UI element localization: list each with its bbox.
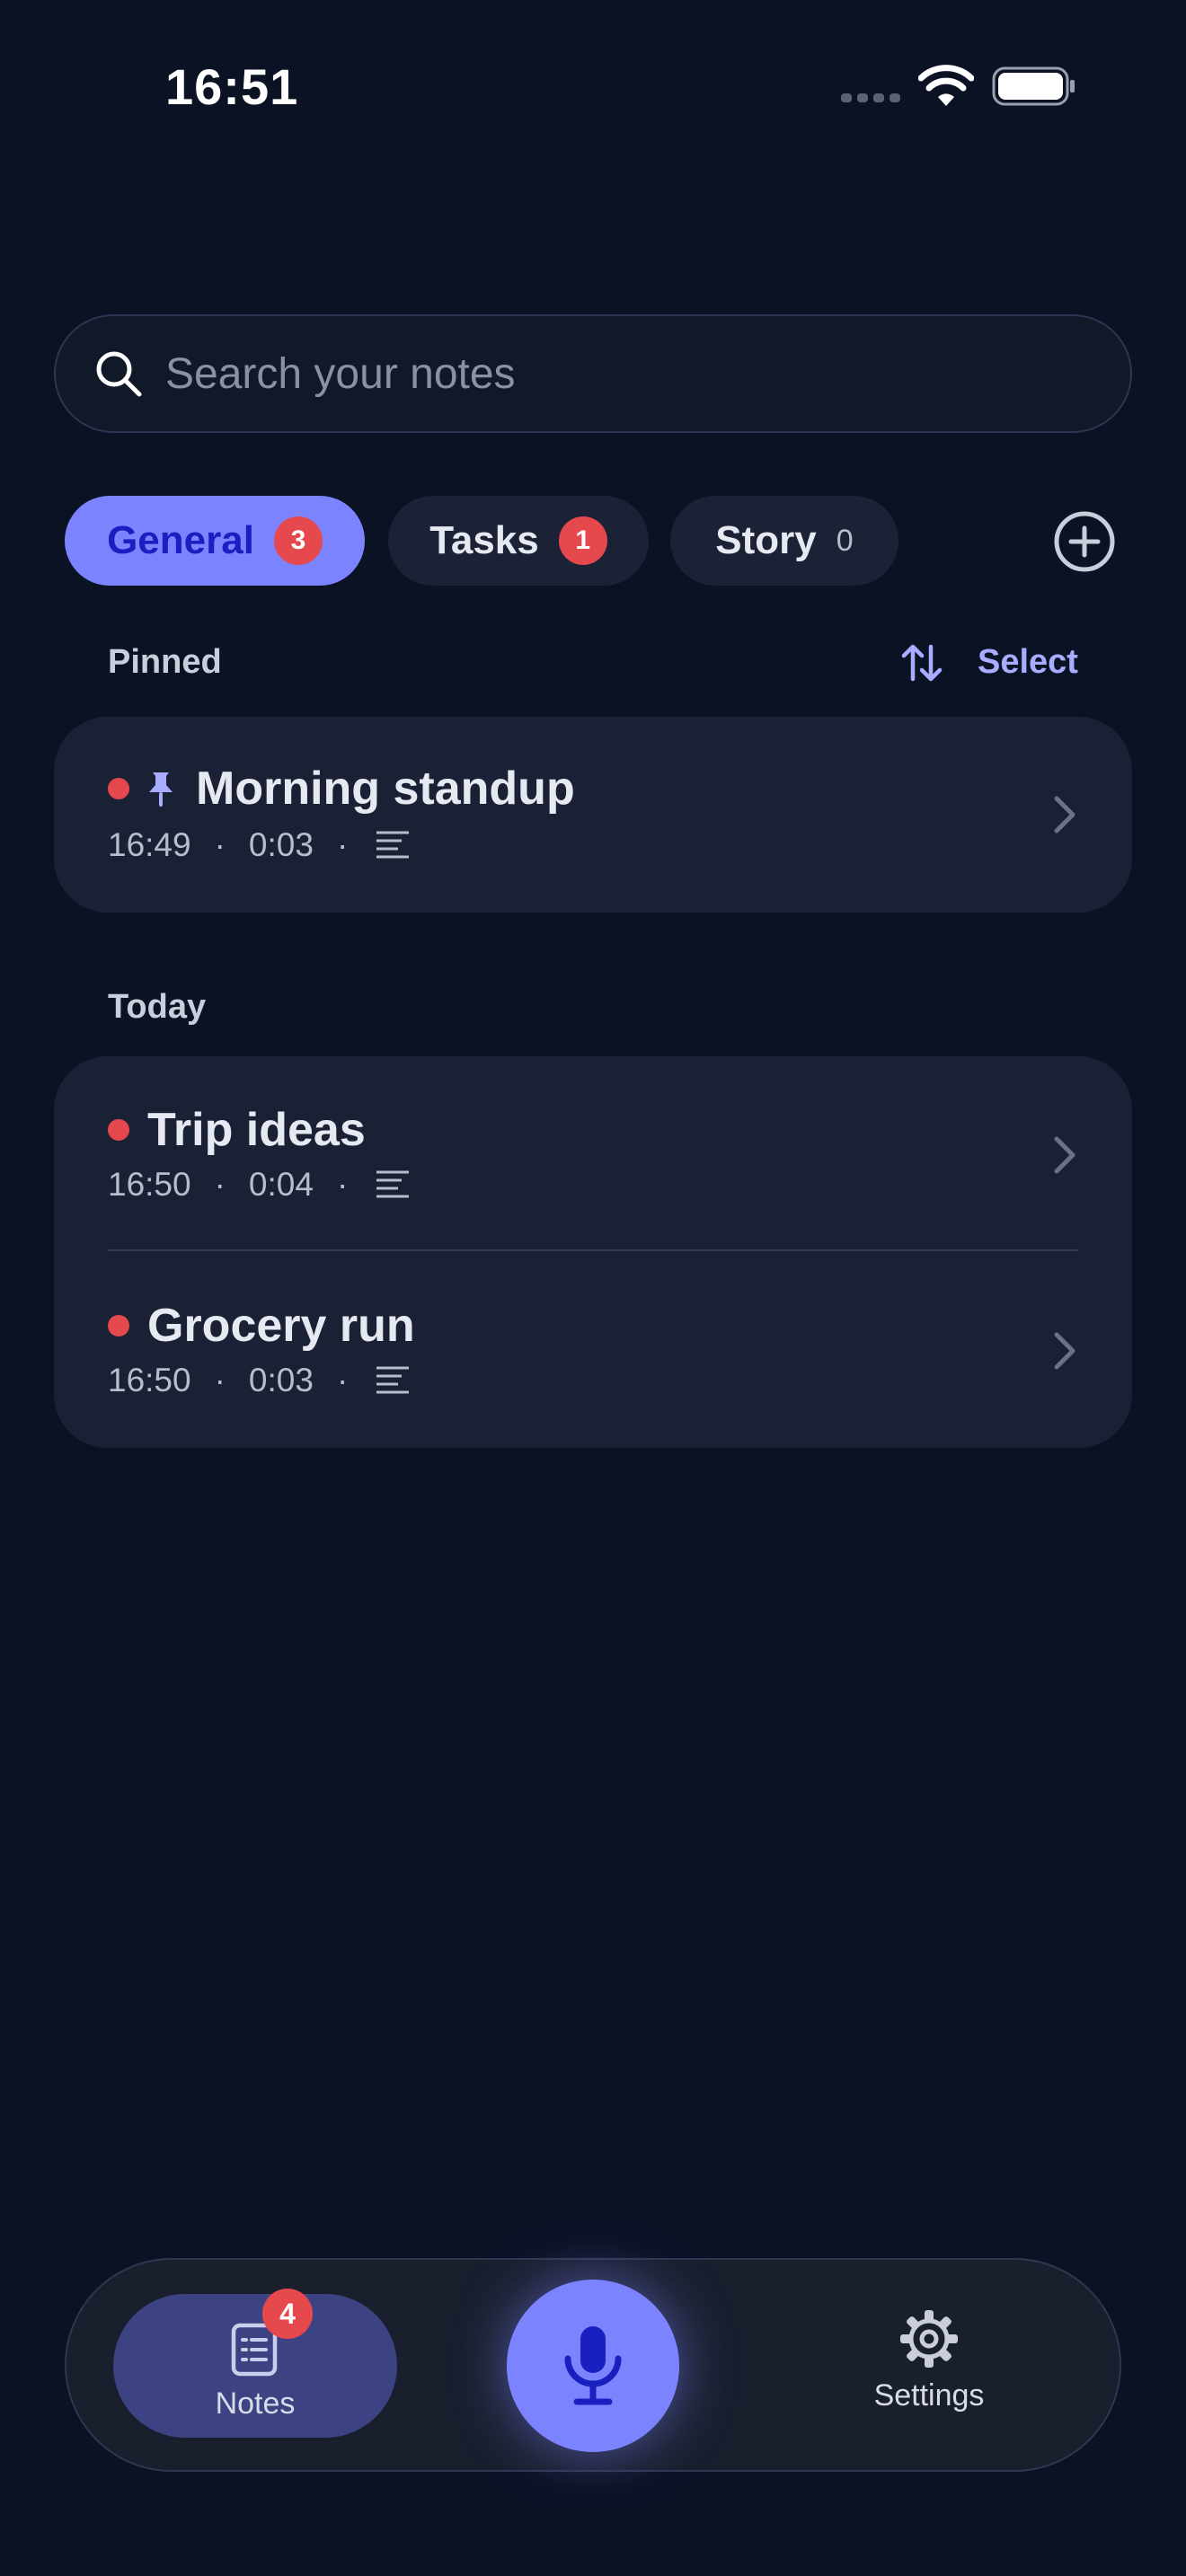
transcript-icon bbox=[376, 1366, 410, 1394]
tab-general[interactable]: General 3 bbox=[65, 496, 365, 586]
today-notes-card: Trip ideas 16:50 · 0:04 · Grocery run 16… bbox=[54, 1056, 1132, 1448]
wifi-icon bbox=[918, 65, 974, 106]
section-label-today: Today bbox=[108, 988, 207, 1026]
tab-count-badge: 3 bbox=[273, 516, 323, 565]
meta-separator: · bbox=[214, 1166, 226, 1203]
sort-icon[interactable] bbox=[900, 641, 943, 684]
search-bar[interactable] bbox=[54, 314, 1132, 433]
tab-count: 0 bbox=[836, 523, 854, 558]
status-time: 16:51 bbox=[165, 58, 299, 115]
note-time: 16:50 bbox=[108, 1362, 191, 1398]
note-title: Trip ideas bbox=[147, 1104, 366, 1156]
gear-icon bbox=[900, 2310, 958, 2368]
nav-label-settings: Settings bbox=[873, 2378, 985, 2413]
battery-icon bbox=[992, 66, 1075, 106]
note-title: Morning standup bbox=[196, 763, 575, 815]
chevron-right-icon bbox=[1054, 1136, 1075, 1174]
note-time: 16:49 bbox=[108, 826, 191, 863]
notes-count-badge: 4 bbox=[262, 2289, 313, 2339]
note-meta: 16:49 · 0:03 · bbox=[108, 826, 411, 864]
add-category-icon[interactable] bbox=[1053, 510, 1116, 573]
note-meta: 16:50 · 0:03 · bbox=[108, 1362, 411, 1399]
nav-notes-button[interactable]: Notes bbox=[113, 2294, 397, 2438]
note-duration: 0:03 bbox=[248, 1362, 314, 1398]
list-item[interactable]: Trip ideas 16:50 · 0:04 · bbox=[54, 1056, 1132, 1252]
search-input[interactable] bbox=[165, 348, 1064, 399]
tab-label: General bbox=[107, 518, 254, 562]
nav-label-notes: Notes bbox=[215, 2386, 296, 2421]
tab-tasks[interactable]: Tasks 1 bbox=[388, 496, 649, 586]
section-label-pinned: Pinned bbox=[108, 643, 222, 681]
status-dot bbox=[108, 1315, 129, 1337]
meta-separator: · bbox=[214, 826, 226, 863]
tab-count-badge: 1 bbox=[558, 516, 607, 565]
status-dot bbox=[108, 778, 129, 799]
record-button[interactable] bbox=[507, 2280, 679, 2452]
tab-label: Story bbox=[715, 518, 817, 562]
transcript-icon bbox=[376, 1170, 410, 1198]
note-title: Grocery run bbox=[147, 1300, 415, 1352]
status-dot bbox=[108, 1119, 129, 1141]
tab-story[interactable]: Story 0 bbox=[670, 496, 898, 586]
pin-icon bbox=[149, 772, 173, 807]
meta-separator: · bbox=[336, 1166, 349, 1203]
select-button[interactable]: Select bbox=[978, 643, 1078, 682]
transcript-icon bbox=[376, 831, 410, 859]
pinned-notes-card: Morning standup 16:49 · 0:03 · bbox=[54, 717, 1132, 913]
chevron-right-icon bbox=[1054, 1332, 1075, 1370]
meta-separator: · bbox=[336, 1362, 349, 1398]
nav-settings-button[interactable]: Settings bbox=[852, 2308, 1006, 2425]
microphone-icon bbox=[564, 2326, 622, 2405]
list-item[interactable]: Grocery run 16:50 · 0:03 · bbox=[54, 1252, 1132, 1448]
note-duration: 0:03 bbox=[248, 826, 314, 863]
meta-separator: · bbox=[214, 1362, 226, 1398]
cellular-signal-icon bbox=[841, 93, 900, 102]
list-item[interactable]: Morning standup 16:49 · 0:03 · bbox=[54, 717, 1132, 913]
note-time: 16:50 bbox=[108, 1166, 191, 1203]
tab-label: Tasks bbox=[429, 518, 539, 562]
meta-separator: · bbox=[336, 826, 349, 863]
note-duration: 0:04 bbox=[248, 1166, 314, 1203]
list-divider bbox=[108, 1249, 1078, 1251]
search-icon bbox=[96, 351, 142, 397]
note-meta: 16:50 · 0:04 · bbox=[108, 1166, 411, 1204]
chevron-right-icon bbox=[1054, 796, 1075, 834]
